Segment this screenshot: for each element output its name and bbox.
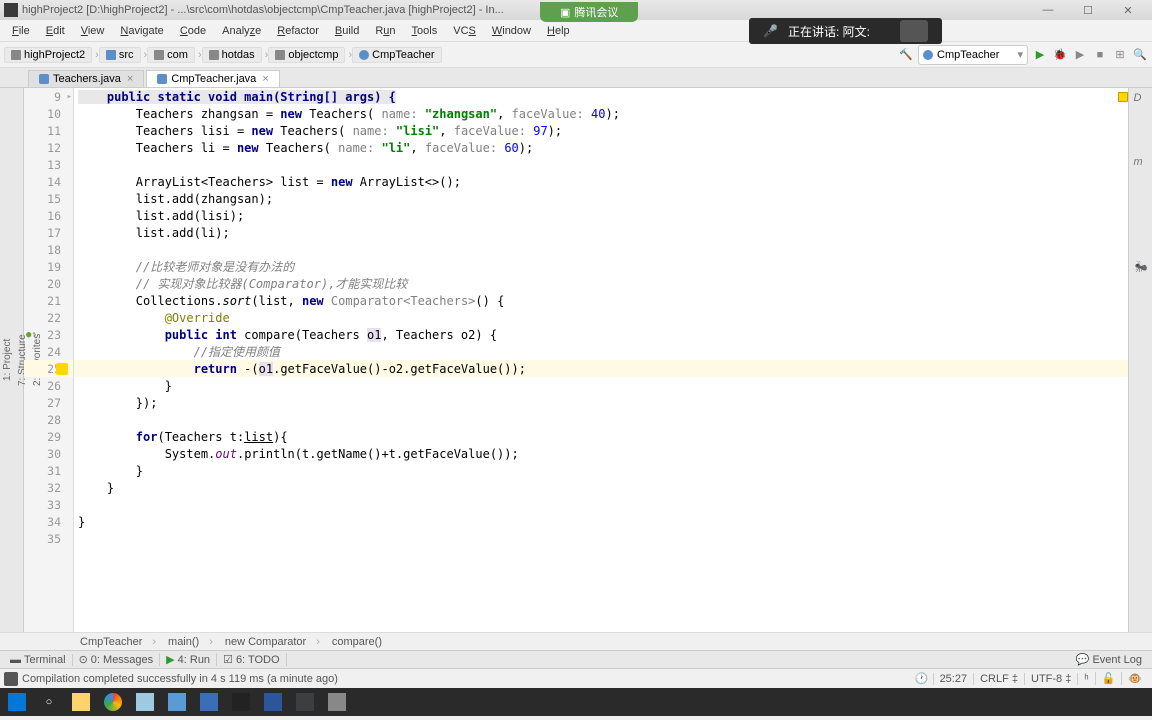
- stop-icon[interactable]: ■: [1092, 47, 1108, 63]
- close-button[interactable]: ✕: [1108, 1, 1148, 19]
- nb-comparator[interactable]: new Comparator: [225, 636, 320, 648]
- nav-breadcrumb: CmpTeacher main() new Comparator compare…: [0, 632, 1152, 650]
- notepad-icon[interactable]: [130, 690, 160, 714]
- explorer-icon[interactable]: [66, 690, 96, 714]
- crumb-src[interactable]: src: [99, 47, 141, 63]
- search-icon[interactable]: 🔍: [1132, 47, 1148, 63]
- panel-todo[interactable]: ☑6: TODO: [217, 653, 286, 666]
- menu-edit[interactable]: Edit: [38, 23, 73, 39]
- crumb-com[interactable]: com: [147, 47, 195, 63]
- menu-build[interactable]: Build: [327, 23, 367, 39]
- tab-teachers[interactable]: Teachers.java×: [28, 70, 144, 87]
- panel-eventlog[interactable]: 💬Event Log: [1070, 653, 1148, 666]
- tab-cmpteacher[interactable]: CmpTeacher.java×: [146, 70, 279, 87]
- run-config-dropdown[interactable]: CmpTeacher ▾: [918, 45, 1028, 65]
- chrome-icon[interactable]: [98, 690, 128, 714]
- mic-icon: 🎤: [763, 24, 778, 38]
- start-button[interactable]: [2, 690, 32, 714]
- window-title: highProject2 [D:\highProject2] - ...\src…: [22, 4, 1028, 16]
- menu-run[interactable]: Run: [367, 23, 403, 39]
- toolbar: highProject2 › src › com › hotdas › obje…: [0, 42, 1152, 68]
- editor-tabs: Teachers.java× CmpTeacher.java×: [0, 68, 1152, 88]
- status-context[interactable]: ʰ: [1077, 673, 1094, 685]
- menu-view[interactable]: View: [73, 23, 113, 39]
- menu-file[interactable]: FFileile: [4, 23, 38, 39]
- taskbar: ○: [0, 688, 1152, 716]
- menu-code[interactable]: Code: [172, 23, 214, 39]
- code-editor[interactable]: public static void main(String[] args) {…: [74, 88, 1128, 632]
- lightbulb-icon[interactable]: [56, 363, 68, 375]
- close-icon[interactable]: ×: [262, 73, 268, 85]
- terminal-icon[interactable]: [226, 690, 256, 714]
- status-bar: Compilation completed successfully in 4 …: [0, 668, 1152, 688]
- nb-main[interactable]: main(): [168, 636, 213, 648]
- menu-navigate[interactable]: Navigate: [112, 23, 171, 39]
- right-tool-stripe: D m 🐜: [1128, 88, 1152, 632]
- menu-vcs[interactable]: VCS: [445, 23, 484, 39]
- status-icon[interactable]: [4, 672, 18, 686]
- menu-analyze[interactable]: Analyze: [214, 23, 269, 39]
- panel-run[interactable]: ▶4: Run: [160, 653, 217, 666]
- speaker-avatar: [900, 20, 928, 42]
- search-button[interactable]: ○: [34, 690, 64, 714]
- minimize-button[interactable]: —: [1028, 1, 1068, 19]
- status-crlf[interactable]: CRLF ‡: [973, 673, 1024, 685]
- word-icon[interactable]: [258, 690, 288, 714]
- tool-ant[interactable]: 🐜: [1134, 260, 1148, 274]
- status-clock-icon[interactable]: 🕐: [911, 672, 933, 685]
- panel-messages[interactable]: ⊙0: Messages: [73, 653, 161, 666]
- crumb-objectcmp[interactable]: objectcmp: [268, 47, 345, 63]
- status-notify-icon[interactable]: 🐵: [1121, 672, 1148, 685]
- nb-compare[interactable]: compare(): [332, 636, 392, 648]
- menu-tools[interactable]: Tools: [404, 23, 446, 39]
- status-cursor[interactable]: 25:27: [933, 673, 974, 685]
- tool-project[interactable]: 1: Project: [0, 92, 15, 628]
- menu-window[interactable]: Window: [484, 23, 539, 39]
- speaking-banner: 🎤 正在讲话: 阿文:: [749, 18, 942, 44]
- meeting-tab[interactable]: ▣腾讯会议: [540, 2, 638, 22]
- warning-stripe[interactable]: [1118, 92, 1128, 102]
- crumb-project[interactable]: highProject2: [4, 47, 92, 63]
- panel-terminal[interactable]: ▬Terminal: [4, 654, 73, 666]
- breadcrumb: highProject2 › src › com › hotdas › obje…: [4, 47, 894, 63]
- app-icon[interactable]: [194, 690, 224, 714]
- coverage-icon[interactable]: ▶: [1072, 47, 1088, 63]
- status-lock-icon[interactable]: 🔓: [1095, 672, 1122, 685]
- app-icon[interactable]: [162, 690, 192, 714]
- bottom-tool-panel: ▬Terminal ⊙0: Messages ▶4: Run ☑6: TODO …: [0, 650, 1152, 668]
- structure-icon[interactable]: ⊞: [1112, 47, 1128, 63]
- app-icon: [4, 3, 18, 17]
- menu-help[interactable]: Help: [539, 23, 578, 39]
- menu-refactor[interactable]: Refactor: [269, 23, 327, 39]
- status-message: Compilation completed successfully in 4 …: [22, 673, 911, 685]
- close-icon[interactable]: ×: [127, 73, 133, 85]
- left-tool-stripe: 1: Project 7: Structure 2: Favorites: [0, 88, 24, 632]
- run-icon[interactable]: ▶: [1032, 47, 1048, 63]
- maximize-button[interactable]: ☐: [1068, 1, 1108, 19]
- crumb-class[interactable]: CmpTeacher: [352, 47, 441, 63]
- gear-icon[interactable]: [322, 690, 352, 714]
- crumb-hotdas[interactable]: hotdas: [202, 47, 262, 63]
- build-icon[interactable]: 🔨: [898, 47, 914, 63]
- debug-icon[interactable]: 🐞: [1052, 47, 1068, 63]
- intellij-icon[interactable]: [290, 690, 320, 714]
- tool-maven[interactable]: m: [1134, 156, 1148, 170]
- nb-class[interactable]: CmpTeacher: [80, 636, 156, 648]
- menu-bar: FFileile Edit View Navigate Code Analyze…: [0, 20, 1152, 42]
- tool-database[interactable]: D: [1134, 92, 1148, 106]
- status-encoding[interactable]: UTF-8 ‡: [1024, 673, 1077, 685]
